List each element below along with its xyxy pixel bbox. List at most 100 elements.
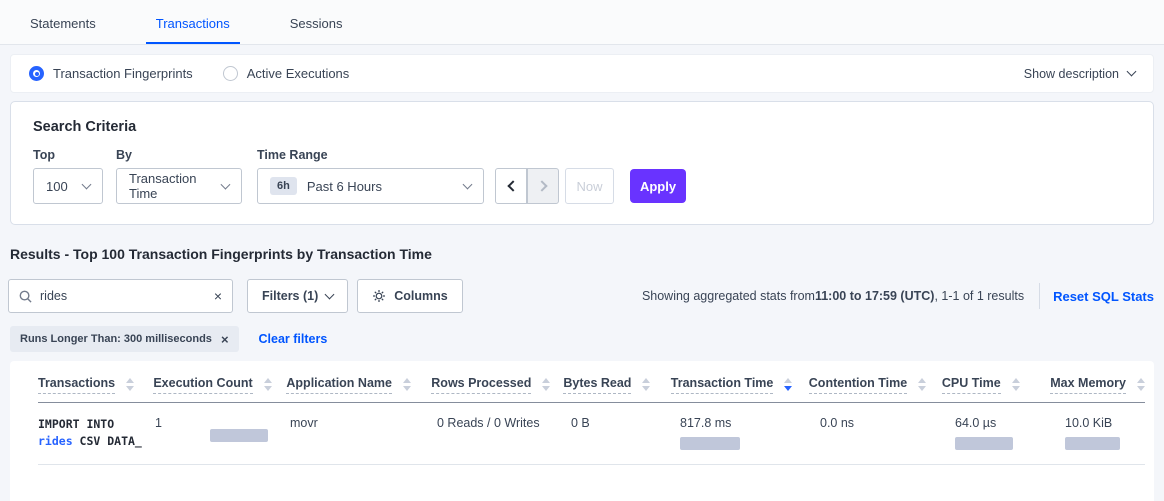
time-next-button[interactable] bbox=[527, 168, 559, 204]
col-header-bytes-read[interactable]: Bytes Read bbox=[563, 376, 670, 394]
by-value: Transaction Time bbox=[129, 171, 222, 201]
search-icon bbox=[19, 290, 32, 303]
search-criteria-card: Search Criteria Top 100 By Transaction T… bbox=[10, 101, 1154, 225]
transaction-fingerprint-link[interactable]: IMPORT INTO rides CSV DATA_ bbox=[38, 416, 155, 450]
col-header-execution-count[interactable]: Execution Count bbox=[153, 376, 286, 394]
col-header-contention-time[interactable]: Contention Time bbox=[809, 376, 942, 394]
filter-chip: Runs Longer Than: 300 milliseconds × bbox=[10, 326, 239, 352]
radio-label: Transaction Fingerprints bbox=[53, 66, 193, 81]
col-header-application-name[interactable]: Application Name bbox=[286, 376, 431, 394]
col-header-max-memory[interactable]: Max Memory bbox=[1050, 376, 1145, 394]
cpu-time-cell: 64.0 µs bbox=[955, 416, 1065, 450]
table-row[interactable]: IMPORT INTO rides CSV DATA_ 1 movr 0 Rea… bbox=[38, 403, 1145, 465]
gear-icon bbox=[372, 289, 386, 303]
tab-sessions[interactable]: Sessions bbox=[284, 4, 349, 44]
max-memory-cell: 10.0 KiB bbox=[1065, 416, 1145, 450]
sort-icon[interactable] bbox=[542, 378, 550, 391]
remove-filter-icon[interactable]: × bbox=[221, 333, 229, 346]
filter-chip-row: Runs Longer Than: 300 milliseconds × Cle… bbox=[10, 326, 1154, 352]
time-range-value: Past 6 Hours bbox=[307, 179, 382, 194]
col-header-transaction-time[interactable]: Transaction Time bbox=[671, 376, 809, 394]
search-criteria-title: Search Criteria bbox=[33, 119, 1131, 135]
divider bbox=[1039, 283, 1040, 309]
radio-label: Active Executions bbox=[247, 66, 350, 81]
chevron-down-icon bbox=[82, 179, 92, 189]
show-description-toggle[interactable]: Show description bbox=[1024, 67, 1135, 81]
contention-time-cell: 0.0 ns bbox=[820, 416, 955, 450]
apply-button[interactable]: Apply bbox=[630, 169, 686, 203]
sort-icon[interactable] bbox=[1012, 378, 1020, 391]
cpu-time-bar bbox=[955, 437, 1013, 450]
results-title: Results - Top 100 Transaction Fingerprin… bbox=[10, 246, 1154, 262]
bytes-read-cell: 0 B bbox=[571, 416, 680, 450]
fingerprint-line2: rides CSV DATA_ bbox=[38, 433, 155, 450]
col-header-rows-processed[interactable]: Rows Processed bbox=[431, 376, 563, 394]
top-value: 100 bbox=[46, 179, 68, 194]
execution-count-value: 1 bbox=[155, 416, 162, 430]
transaction-time-cell: 817.8 ms bbox=[680, 416, 820, 450]
chevron-down-icon bbox=[325, 290, 335, 300]
fingerprint-line1: IMPORT INTO bbox=[38, 416, 155, 433]
transaction-time-value: 817.8 ms bbox=[680, 416, 820, 430]
top-select[interactable]: 100 bbox=[33, 168, 103, 204]
results-table: Transactions Execution Count Application… bbox=[10, 361, 1154, 501]
reset-sql-stats-link[interactable]: Reset SQL Stats bbox=[1053, 289, 1154, 304]
cpu-time-value: 64.0 µs bbox=[955, 416, 1065, 430]
col-header-transactions[interactable]: Transactions bbox=[38, 376, 153, 394]
chevron-down-icon bbox=[1127, 67, 1137, 77]
clear-filters-link[interactable]: Clear filters bbox=[259, 332, 328, 346]
search-box[interactable]: × bbox=[8, 279, 233, 313]
transaction-time-bar bbox=[680, 437, 740, 450]
time-range-badge: 6h bbox=[270, 177, 297, 195]
time-range-label: Time Range bbox=[257, 148, 495, 162]
now-button[interactable]: Now bbox=[565, 168, 614, 204]
sort-icon[interactable] bbox=[264, 378, 272, 391]
application-name-cell: movr bbox=[290, 416, 437, 450]
sort-icon[interactable] bbox=[126, 378, 134, 391]
stats-prefix: Showing aggregated stats from bbox=[642, 289, 815, 303]
chevron-down-icon bbox=[463, 179, 473, 189]
execution-count-bar bbox=[210, 429, 268, 442]
fingerprint-rest: CSV DATA_ bbox=[73, 434, 142, 448]
clear-search-icon[interactable]: × bbox=[214, 289, 222, 303]
radio-active-executions[interactable]: Active Executions bbox=[223, 66, 350, 81]
sort-icon[interactable] bbox=[403, 378, 411, 391]
search-match-highlight: rides bbox=[38, 434, 73, 448]
page-tabs: Statements Transactions Sessions bbox=[0, 0, 1164, 45]
columns-button[interactable]: Columns bbox=[357, 279, 462, 313]
by-label: By bbox=[116, 148, 257, 162]
filters-label: Filters (1) bbox=[262, 289, 318, 303]
sort-desc-active-icon[interactable] bbox=[784, 378, 792, 391]
search-input[interactable] bbox=[40, 289, 214, 303]
sort-icon[interactable] bbox=[918, 378, 926, 391]
rows-processed-cell: 0 Reads / 0 Writes bbox=[437, 416, 571, 450]
table-header-row: Transactions Execution Count Application… bbox=[38, 361, 1145, 403]
execution-count-cell: 1 bbox=[155, 416, 290, 450]
max-memory-value: 10.0 KiB bbox=[1065, 416, 1145, 430]
stats-summary: Showing aggregated stats from 11:00 to 1… bbox=[642, 289, 1024, 303]
view-toggle-bar: Transaction Fingerprints Active Executio… bbox=[10, 54, 1154, 93]
chevron-right-icon bbox=[536, 180, 547, 191]
time-nav-group bbox=[495, 168, 559, 204]
results-toolbar: × Filters (1) Columns Showing aggregated… bbox=[8, 279, 1154, 313]
stats-suffix: , 1-1 of 1 results bbox=[934, 289, 1024, 303]
sort-icon[interactable] bbox=[642, 378, 650, 391]
by-select[interactable]: Transaction Time bbox=[116, 168, 242, 204]
radio-selected-icon bbox=[29, 66, 44, 81]
time-prev-button[interactable] bbox=[495, 168, 527, 204]
filter-chip-label: Runs Longer Than: 300 milliseconds bbox=[20, 333, 212, 345]
filters-button[interactable]: Filters (1) bbox=[247, 279, 348, 313]
top-label: Top bbox=[33, 148, 116, 162]
columns-label: Columns bbox=[394, 289, 447, 303]
chevron-left-icon bbox=[507, 180, 518, 191]
sort-icon[interactable] bbox=[1137, 378, 1145, 391]
col-header-cpu-time[interactable]: CPU Time bbox=[942, 376, 1050, 394]
tab-statements[interactable]: Statements bbox=[24, 4, 102, 44]
max-memory-bar bbox=[1065, 437, 1120, 450]
tab-transactions[interactable]: Transactions bbox=[150, 4, 236, 44]
radio-unselected-icon bbox=[223, 66, 238, 81]
stats-range: 11:00 to 17:59 (UTC) bbox=[815, 289, 934, 303]
radio-transaction-fingerprints[interactable]: Transaction Fingerprints bbox=[29, 66, 193, 81]
time-range-select[interactable]: 6h Past 6 Hours bbox=[257, 168, 484, 204]
show-description-label: Show description bbox=[1024, 67, 1119, 81]
